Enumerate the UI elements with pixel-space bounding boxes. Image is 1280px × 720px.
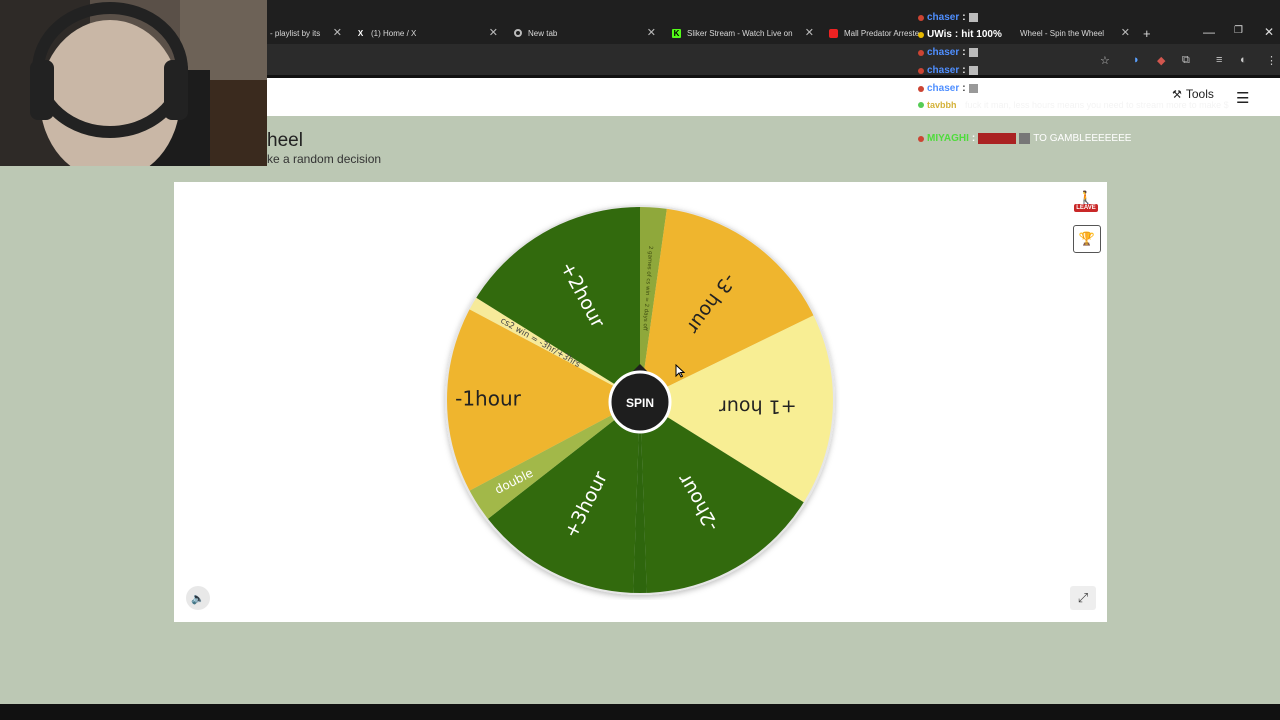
badge-icon	[918, 102, 924, 108]
menu-icon[interactable]: ≡	[1216, 54, 1222, 66]
chat-username: chaser	[927, 83, 960, 94]
leave-label: LEAVE	[1074, 204, 1098, 212]
address-bar[interactable]	[267, 44, 1280, 75]
trophy-button[interactable]: 🏆	[1073, 225, 1101, 253]
person-walking-icon: 🚶	[1077, 190, 1095, 205]
profile-icon[interactable]: ◐	[1240, 54, 1247, 66]
badge-icon	[918, 85, 924, 92]
chat-message: UWis : hit 100%	[918, 29, 1002, 40]
chat-username: chaser	[927, 47, 960, 58]
page-title: heel	[267, 130, 303, 151]
leave-button[interactable]: 🚶 LEAVE	[1072, 188, 1100, 216]
x-logo-icon: X	[357, 28, 364, 38]
page-subtitle: ke a random decision	[267, 152, 382, 166]
webcam-overlay	[0, 0, 267, 166]
taskbar-strip	[0, 704, 1280, 720]
tab-youtube-label: Mall Predator Arreste	[844, 28, 920, 38]
sound-toggle[interactable]: 🔈	[186, 586, 210, 610]
tab-youtube[interactable]: Mall Predator Arreste	[829, 24, 921, 42]
tab-x-home-label: (1) Home / X	[371, 28, 417, 38]
chat-username: chaser	[927, 12, 960, 23]
chat-username: MIYAGHI	[927, 133, 969, 144]
close-icon[interactable]: ✕	[805, 26, 814, 39]
extension-icon[interactable]: ◆	[1157, 54, 1165, 67]
emote-icon	[968, 66, 978, 75]
restore-icon[interactable]: ❐	[1234, 25, 1243, 36]
badge-icon	[918, 135, 924, 142]
emote-icon	[968, 84, 978, 93]
youtube-icon	[829, 28, 838, 38]
webcam-feed	[0, 0, 267, 166]
mouse-cursor-icon	[675, 364, 685, 378]
plus-icon: +	[1143, 25, 1151, 41]
chat-username: UWis	[927, 29, 952, 40]
close-window-icon[interactable]: ✕	[1264, 25, 1274, 39]
extension-icon[interactable]: ◗	[1133, 54, 1140, 66]
tab-x-home[interactable]: X (1) Home / X ✕	[356, 24, 498, 42]
chat-message: chaser :	[918, 12, 978, 23]
close-icon[interactable]: ✕	[333, 26, 342, 39]
trophy-icon: 🏆	[1078, 231, 1096, 246]
close-icon[interactable]: ✕	[1121, 26, 1130, 39]
tools-menu[interactable]: ⚒ Tools	[1172, 87, 1214, 101]
emote-icon	[968, 48, 978, 57]
emote-icon	[978, 133, 1017, 144]
tab-playlist[interactable]: - playlist by its ✕	[270, 24, 342, 42]
tab-kick-stream-label: Sliker Stream - Watch Live on K	[687, 28, 795, 38]
tab-new-tab[interactable]: New tab ✕	[513, 24, 656, 42]
spin-label: SPIN	[626, 396, 654, 410]
tab-new-tab-label: New tab	[528, 28, 558, 38]
spin-wheel[interactable]: 2 games of cs win = 2 days off -3 hour+1 …	[440, 200, 840, 600]
emote-icon	[968, 13, 978, 22]
chat-message: MIYAGHI : TO GAMBLEEEEEEE	[918, 133, 1131, 144]
close-icon[interactable]: ✕	[489, 26, 498, 39]
tab-wheel-label: Wheel - Spin the Wheel	[1020, 28, 1105, 38]
emote-icon	[1019, 133, 1031, 144]
expand-icon: ⤢	[1077, 590, 1089, 605]
star-icon[interactable]: ☆	[1100, 54, 1110, 67]
crown-icon	[918, 31, 924, 38]
chat-username: chaser	[927, 65, 960, 76]
wheel-segment-label: +1 hour	[719, 396, 797, 418]
kick-logo-icon: K	[672, 28, 681, 38]
chat-text: TO GAMBLEEEEEEE	[1033, 133, 1132, 144]
fullscreen-button[interactable]: ⤢	[1070, 586, 1096, 610]
puzzle-icon[interactable]: ⧉	[1182, 54, 1190, 67]
chat-message: chaser :	[918, 83, 978, 94]
minimize-icon[interactable]: —	[1203, 25, 1215, 39]
chat-text: hit 100%	[961, 29, 1002, 40]
chat-text: fuck it man, less hours means you need t…	[965, 100, 1229, 110]
more-icon[interactable]: ⋮	[1266, 54, 1277, 67]
new-tab-button[interactable]: +	[1143, 24, 1155, 42]
hammer-icon: ⚒	[1172, 88, 1182, 101]
tab-playlist-label: - playlist by its	[270, 28, 321, 38]
badge-icon	[918, 49, 924, 56]
chat-message: chaser :	[918, 65, 978, 76]
wheel-segment-label: -1hour	[455, 387, 522, 411]
tab-wheel[interactable]: Wheel - Spin the Wheel ✕	[1020, 24, 1130, 42]
badge-icon	[918, 14, 924, 21]
tools-label: Tools	[1185, 87, 1214, 101]
badge-icon	[918, 67, 924, 74]
close-icon[interactable]: ✕	[647, 26, 656, 39]
chat-username: tavbbh	[927, 100, 957, 110]
tab-kick-stream[interactable]: K Sliker Stream - Watch Live on K ✕	[672, 24, 814, 42]
chat-message: chaser :	[918, 47, 978, 58]
speaker-icon: 🔈	[191, 592, 205, 605]
chat-message: tavbbh : fuck it man, less hours means y…	[918, 100, 1278, 111]
chrome-icon	[513, 29, 522, 38]
